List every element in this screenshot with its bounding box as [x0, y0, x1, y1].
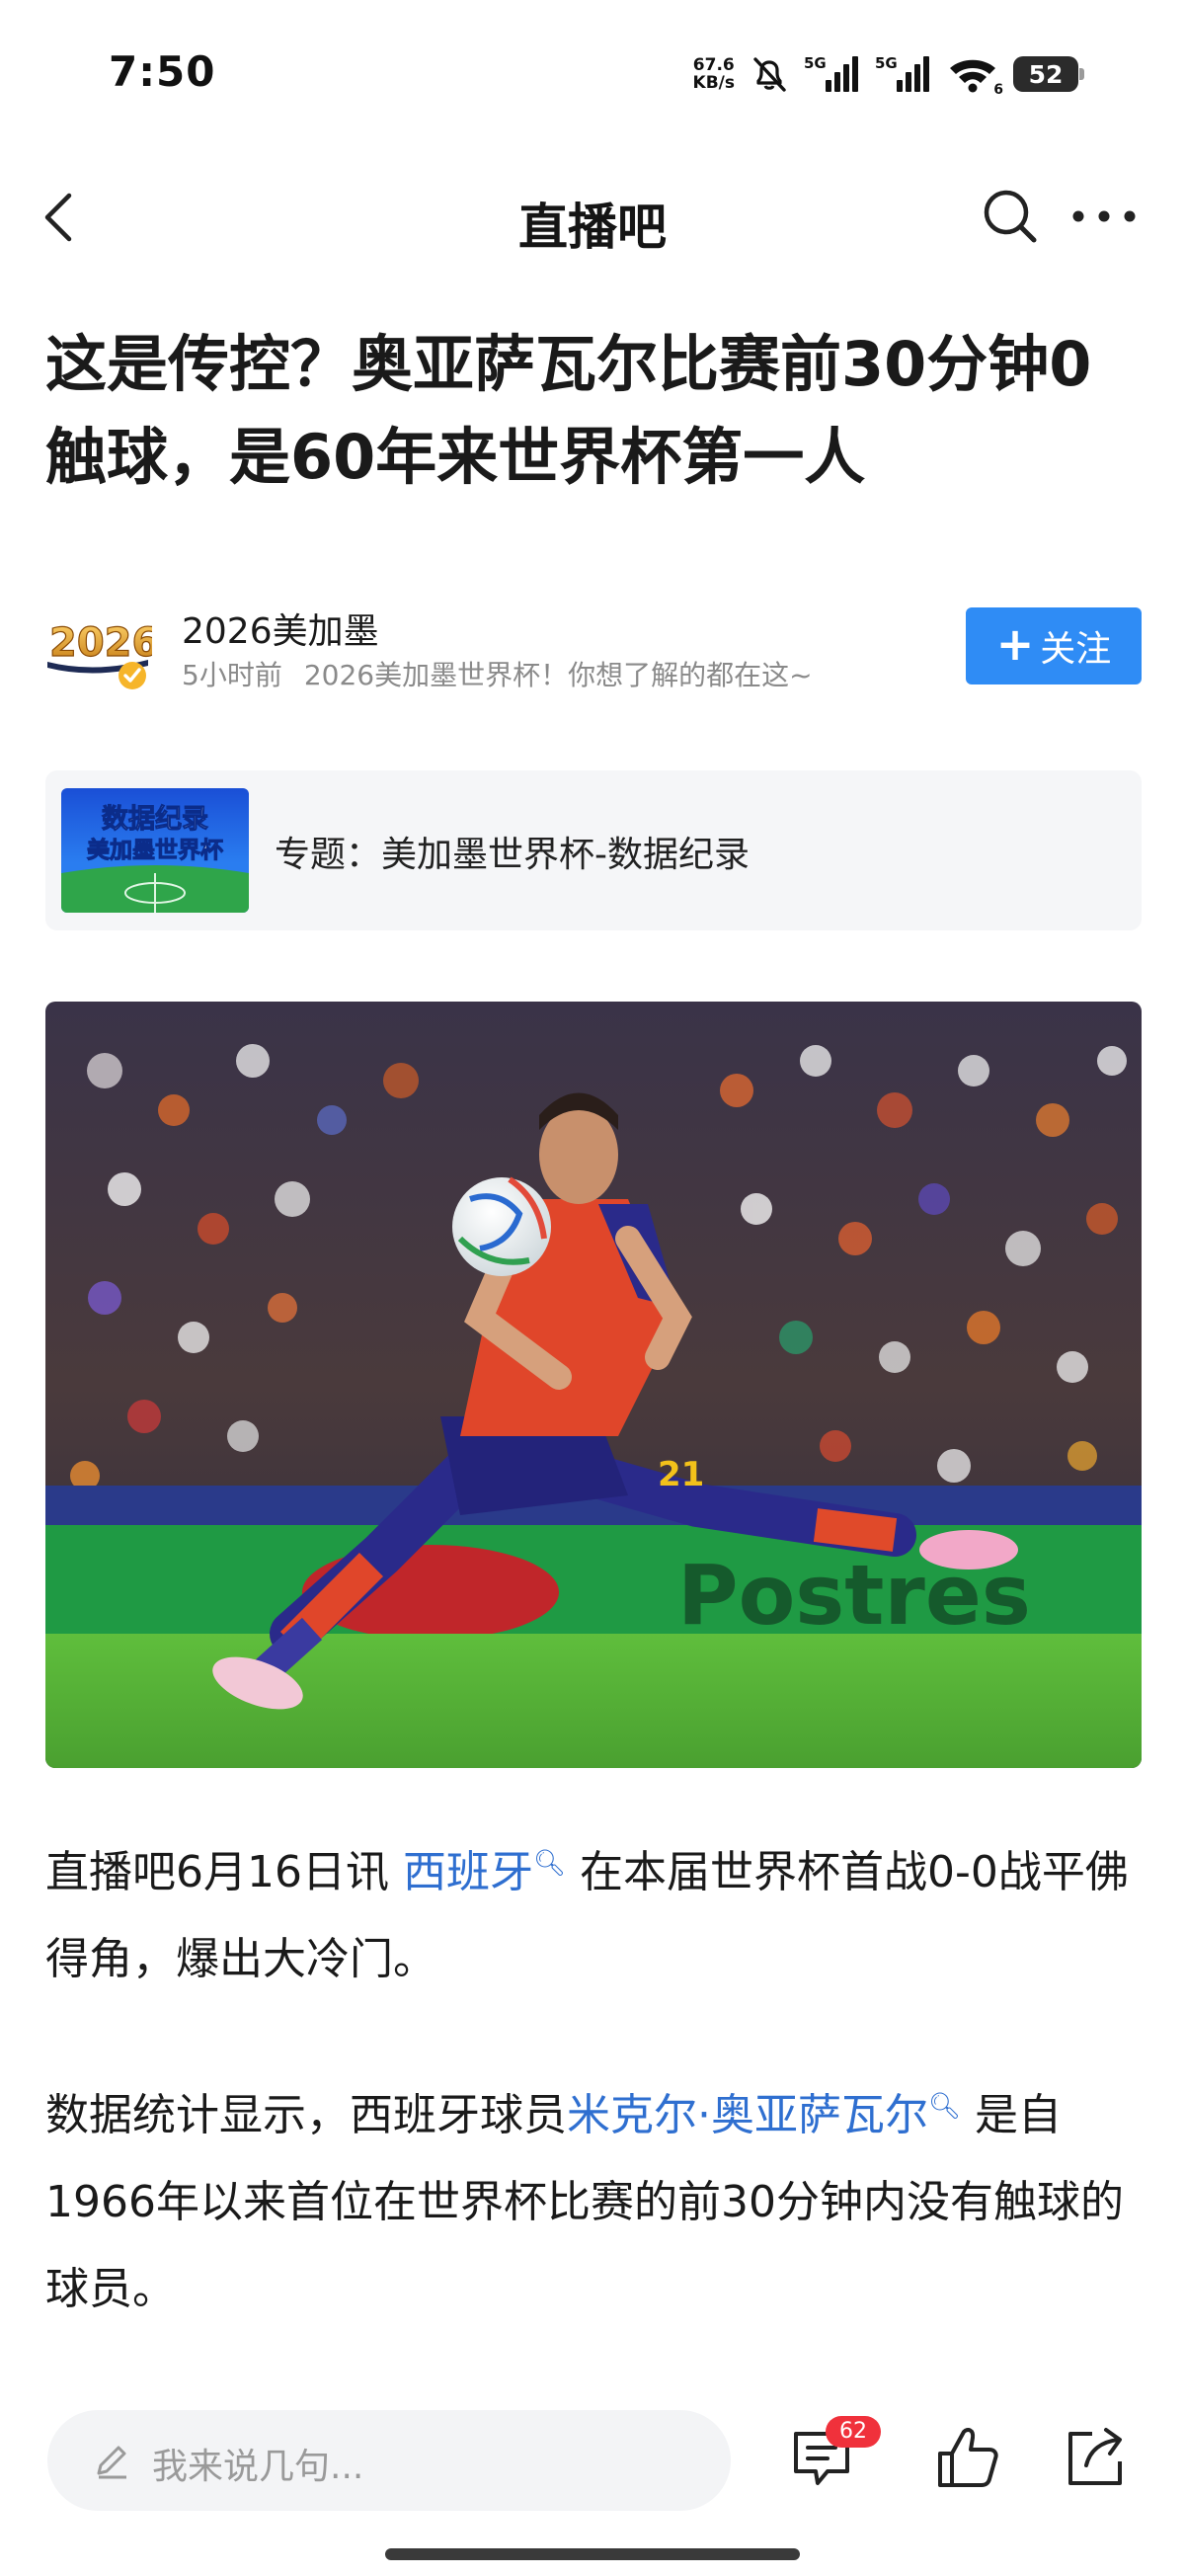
- avatar-text: 2026: [49, 620, 152, 666]
- like-icon: [938, 2428, 998, 2487]
- article-title: 这是传控？奥亚萨瓦尔比赛前30分钟0触球，是60年来世界杯第一人: [45, 328, 1092, 493]
- article-hero-image[interactable]: Postres 21: [45, 1002, 1142, 1768]
- share-button[interactable]: [1057, 2418, 1136, 2497]
- topic-thumb-line2: 美加墨世界杯: [87, 837, 223, 863]
- battery-level: 52: [1028, 59, 1064, 89]
- article-paragraph-2: 数据统计显示，西班牙球员米克尔·奥亚萨瓦尔🔍︎ 是自1966年以来首位在世界杯比…: [45, 2072, 1142, 2333]
- more-icon: [1072, 210, 1136, 222]
- status-icons: 67.6 KB/s 5G 5G 6 52: [693, 51, 1084, 98]
- mute-bell-icon: [753, 57, 786, 92]
- sim1-tag: 5G: [804, 54, 827, 72]
- comment-placeholder: 我来说几句...: [152, 2447, 364, 2487]
- author-row: 2026 2026美加墨 5小时前 2026美加墨世界杯！你想了解的都在这~ + …: [45, 599, 1142, 697]
- author-meta: 5小时前 2026美加墨世界杯！你想了解的都在这~: [182, 654, 813, 693]
- like-button[interactable]: [928, 2418, 1007, 2497]
- tag-link-spain[interactable]: 西班牙🔍︎: [403, 1847, 566, 1897]
- tag-link-spain-label: 西班牙: [402, 1847, 533, 1897]
- plus-icon: +: [995, 617, 1035, 671]
- article-paragraph-1: 直播吧6月16日讯 西班牙🔍︎ 在本届世界杯首战0-0战平佛得角，爆出大冷门。: [45, 1829, 1142, 2003]
- follow-button[interactable]: + 关注: [966, 607, 1142, 684]
- comment-input[interactable]: 我来说几句...: [47, 2410, 731, 2511]
- follow-label: 关注: [1040, 629, 1112, 670]
- jersey-number: 21: [658, 1455, 704, 1494]
- author-avatar[interactable]: 2026: [45, 604, 160, 691]
- topic-thumb-line1: 数据纪录: [102, 803, 208, 835]
- pencil-icon: [97, 2446, 126, 2479]
- para1-text-before: 直播吧6月16日讯: [45, 1847, 403, 1897]
- topic-card[interactable]: 数据纪录 美加墨世界杯 专题：美加墨世界杯-数据纪录: [45, 770, 1142, 930]
- share-icon: [1068, 2428, 1122, 2485]
- tag-link-player-label: 米克尔·奥亚萨瓦尔: [567, 2090, 928, 2140]
- author-description: 2026美加墨世界杯！你想了解的都在这~: [303, 659, 813, 691]
- topic-thumbnail: 数据纪录 美加墨世界杯: [61, 788, 249, 913]
- network-speed: 67.6 KB/s: [693, 56, 735, 92]
- status-time: 7:50: [109, 47, 216, 96]
- network-speed-value: 67.6: [692, 55, 735, 75]
- more-button[interactable]: [1065, 184, 1144, 249]
- search-small-icon: 🔍︎: [928, 2091, 962, 2122]
- nav-bar: 直播吧: [0, 168, 1185, 267]
- wifi-icon: 6: [946, 54, 1003, 98]
- topic-label: 专题：美加墨世界杯-数据纪录: [275, 835, 750, 875]
- home-indicator[interactable]: [385, 2548, 800, 2560]
- wifi-tag: 6: [993, 82, 1003, 98]
- publish-time: 5小时前: [182, 659, 282, 691]
- network-speed-unit: KB/s: [692, 73, 735, 93]
- tag-link-player[interactable]: 米克尔·奥亚萨瓦尔🔍︎: [567, 2090, 961, 2140]
- battery-icon: 52: [1013, 56, 1084, 92]
- sim2-tag: 5G: [875, 54, 898, 72]
- bottom-action-bar: 我来说几句... 62: [0, 2390, 1185, 2538]
- signal-sim2-icon: 5G: [875, 54, 932, 94]
- search-button[interactable]: [978, 184, 1043, 249]
- signal-sim1-icon: 5G: [804, 54, 861, 94]
- author-name[interactable]: 2026美加墨: [182, 603, 379, 654]
- comment-count-badge: 62: [826, 2416, 881, 2448]
- status-bar: 7:50 67.6 KB/s 5G 5G 6 52: [0, 0, 1185, 148]
- search-icon: [984, 190, 1037, 243]
- search-small-icon: 🔍︎: [532, 1848, 566, 1879]
- para2-text-before: 数据统计显示，西班牙球员: [45, 2090, 567, 2140]
